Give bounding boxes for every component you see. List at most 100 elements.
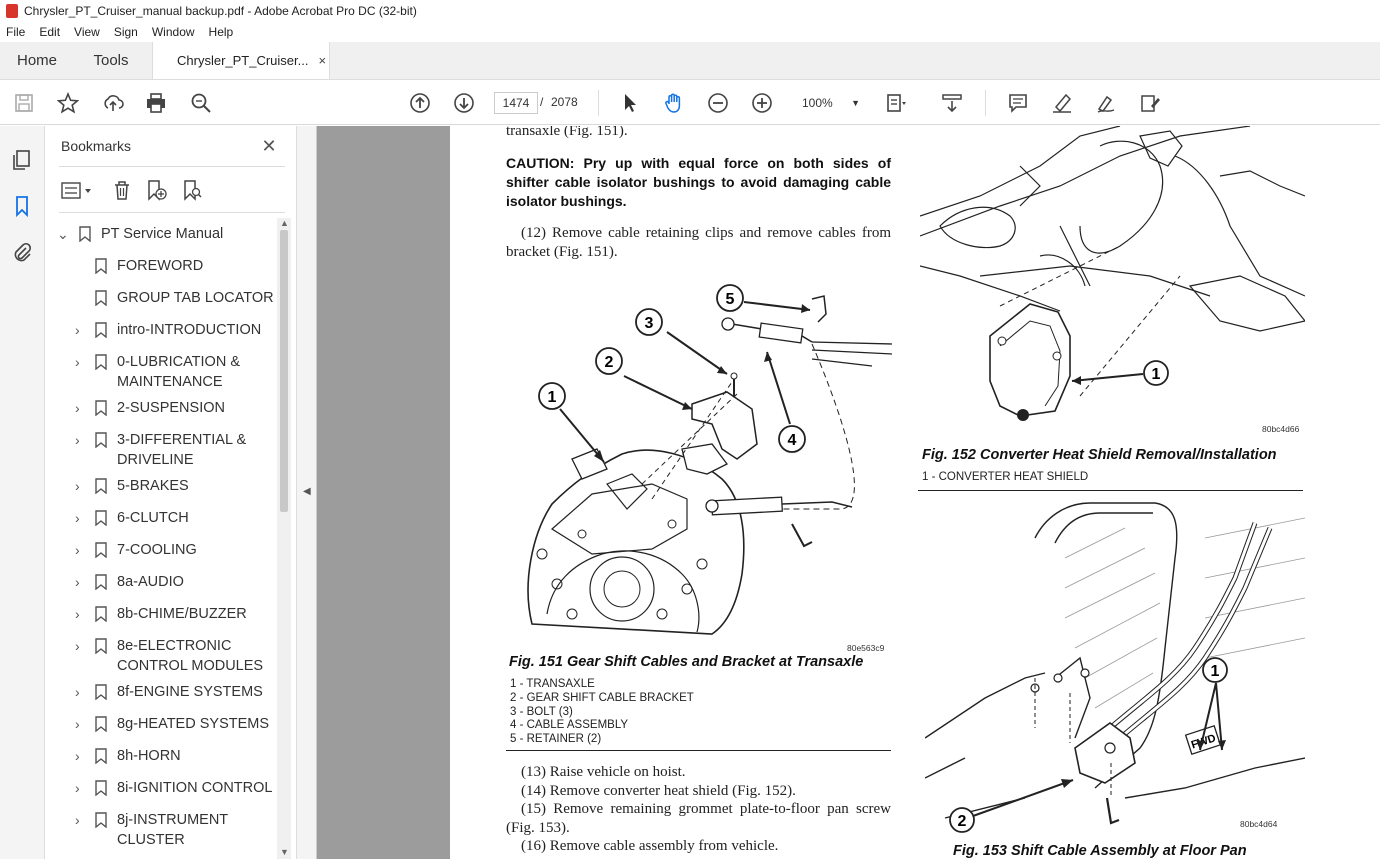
print-icon[interactable] xyxy=(144,91,168,115)
chevron-right-icon[interactable]: › xyxy=(75,476,87,496)
chevron-right-icon[interactable]: › xyxy=(75,572,87,592)
scroll-down-icon[interactable]: ▼ xyxy=(280,847,289,857)
bookmark-icon xyxy=(95,510,107,526)
menu-sign[interactable]: Sign xyxy=(114,25,138,39)
search-zoom-icon[interactable] xyxy=(189,91,213,115)
menu-help[interactable]: Help xyxy=(209,25,234,39)
scroll-mode-icon[interactable] xyxy=(940,91,964,115)
bookmark-label: 8g-HEATED SYSTEMS xyxy=(117,716,270,732)
figure-152-legend: 1 - CONVERTER HEAT SHIELD xyxy=(922,471,1307,485)
figure-rule xyxy=(918,490,1303,491)
zoom-out-icon[interactable] xyxy=(706,91,730,115)
bookmark-icon xyxy=(95,432,107,448)
menu-edit[interactable]: Edit xyxy=(39,25,60,39)
chevron-right-icon[interactable]: › xyxy=(75,810,87,830)
chevron-right-icon[interactable]: › xyxy=(75,430,87,450)
tab-tools[interactable]: Tools xyxy=(74,42,148,79)
comment-icon[interactable] xyxy=(1006,91,1030,115)
menu-bar: File Edit View Sign Window Help xyxy=(0,22,1380,42)
panel-splitter[interactable]: ◀ xyxy=(297,126,317,859)
bookmark-label: GROUP TAB LOCATOR xyxy=(117,290,274,306)
bookmark-label: 0-LUBRICATION & MAINTENANCE xyxy=(117,354,241,390)
trash-icon[interactable] xyxy=(111,179,133,201)
collapse-panel-icon[interactable]: ◀ xyxy=(303,486,311,497)
hand-icon[interactable] xyxy=(662,91,686,115)
find-bookmark-icon[interactable] xyxy=(181,179,203,201)
chevron-right-icon[interactable]: › xyxy=(75,778,87,798)
figure-151-legend: 1 - TRANSAXLE 2 - GEAR SHIFT CABLE BRACK… xyxy=(510,678,890,747)
highlight-icon[interactable] xyxy=(1050,91,1074,115)
chevron-right-icon[interactable]: › xyxy=(75,398,87,418)
chevron-right-icon[interactable]: › xyxy=(75,714,87,734)
bookmark-label: 8f-ENGINE SYSTEMS xyxy=(117,684,263,700)
legend-item: 1 - TRANSAXLE xyxy=(510,678,595,690)
doc-step-14: (14) Remove converter heat shield (Fig. … xyxy=(521,782,796,799)
pages-icon[interactable] xyxy=(10,148,34,172)
tab-document[interactable]: Chrysler_PT_Cruiser... × xyxy=(152,42,330,79)
callout-4: 4 xyxy=(788,432,797,449)
menu-file[interactable]: File xyxy=(6,25,25,39)
zoom-in-icon[interactable] xyxy=(750,91,774,115)
bookmark-icon xyxy=(95,258,107,274)
bookmark-icon xyxy=(95,716,107,732)
bookmarks-scrollbar[interactable]: ▲ ▼ xyxy=(277,218,291,859)
bookmark-label: 8b-CHIME/BUZZER xyxy=(117,606,247,622)
arrow-up-icon[interactable] xyxy=(408,91,432,115)
options-menu-icon[interactable] xyxy=(61,180,95,202)
zoom-select[interactable]: 100% ▼ xyxy=(796,92,866,114)
chevron-right-icon[interactable]: › xyxy=(75,604,87,624)
chevron-down-icon: ▼ xyxy=(851,98,860,108)
fill-sign-icon[interactable] xyxy=(1138,91,1162,115)
page-number-input[interactable] xyxy=(494,92,538,114)
document-view[interactable]: transaxle (Fig. 151). CAUTION: Pry up wi… xyxy=(317,126,1380,859)
arrow-down-icon[interactable] xyxy=(452,91,476,115)
star-icon[interactable] xyxy=(56,91,80,115)
menu-view[interactable]: View xyxy=(74,25,100,39)
callout-1: 1 xyxy=(1211,663,1220,680)
menu-window[interactable]: Window xyxy=(152,25,195,39)
acrobat-icon xyxy=(6,4,18,18)
chevron-down-icon[interactable]: ⌄ xyxy=(57,224,69,244)
save-icon[interactable] xyxy=(12,91,36,115)
bookmark-icon xyxy=(95,684,107,700)
attachment-icon[interactable] xyxy=(10,240,34,264)
figure-152-code: 80bc4d66 xyxy=(1262,424,1300,434)
fit-page-icon[interactable] xyxy=(884,91,908,115)
new-bookmark-icon[interactable] xyxy=(145,179,167,201)
chevron-right-icon[interactable]: › xyxy=(75,540,87,560)
callout-5: 5 xyxy=(726,291,735,308)
tab-close-icon[interactable]: × xyxy=(318,53,326,68)
title-bar: Chrysler_PT_Cruiser_manual backup.pdf - … xyxy=(0,0,1380,22)
window-title: Chrysler_PT_Cruiser_manual backup.pdf - … xyxy=(24,4,417,18)
pointer-icon[interactable] xyxy=(618,91,642,115)
bookmark-label: 8h-HORN xyxy=(117,748,181,764)
chevron-right-icon[interactable]: › xyxy=(75,352,87,372)
figure-rule xyxy=(506,750,891,751)
bookmark-label: PT Service Manual xyxy=(101,226,224,242)
chevron-right-icon[interactable]: › xyxy=(75,636,87,656)
toolbar: / 2078 100% ▼ xyxy=(0,81,1380,125)
bookmark-icon xyxy=(95,400,107,416)
page-total: 2078 xyxy=(551,95,578,109)
sign-icon[interactable] xyxy=(1094,91,1118,115)
bookmark-label: 8j-INSTRUMENT CLUSTER xyxy=(117,812,228,848)
scroll-up-icon[interactable]: ▲ xyxy=(280,218,289,228)
doc-caution: CAUTION: Pry up with equal force on both… xyxy=(506,155,891,209)
tab-home[interactable]: Home xyxy=(0,42,74,79)
chevron-right-icon[interactable]: › xyxy=(75,320,87,340)
bookmark-label: 7-COOLING xyxy=(117,542,197,558)
scrollbar-thumb[interactable] xyxy=(280,230,288,512)
bookmark-icon xyxy=(79,226,91,242)
upload-icon[interactable] xyxy=(101,91,125,115)
doc-steps-after: (13) Raise vehicle on hoist. (14) Remove… xyxy=(506,763,891,856)
bookmark-tree: ⌄ PT Service Manual FOREWORD GROUP TAB L… xyxy=(45,218,277,859)
chevron-right-icon[interactable]: › xyxy=(75,746,87,766)
bookmark-icon[interactable] xyxy=(10,194,34,218)
tab-document-label: Chrysler_PT_Cruiser... xyxy=(177,53,309,68)
close-icon[interactable]: ✕ xyxy=(259,136,279,156)
chevron-right-icon[interactable]: › xyxy=(75,682,87,702)
bookmark-label: FOREWORD xyxy=(117,258,204,274)
callout-1: 1 xyxy=(548,389,557,406)
legend-item: 2 - GEAR SHIFT CABLE BRACKET xyxy=(510,691,694,704)
chevron-right-icon[interactable]: › xyxy=(75,508,87,528)
